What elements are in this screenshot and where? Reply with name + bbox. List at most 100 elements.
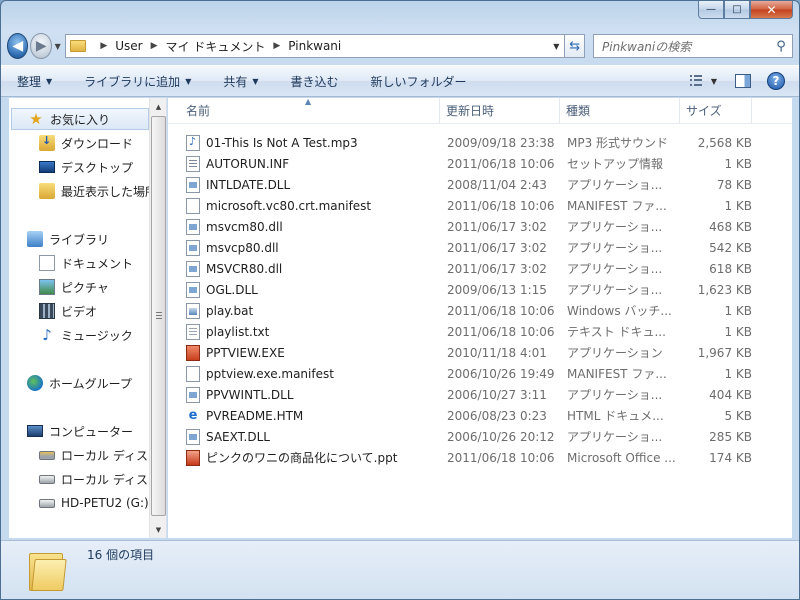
nav-pane-scrollbar[interactable]: ▲ ▼	[149, 98, 166, 538]
nav-videos[interactable]: ビデオ	[39, 300, 97, 322]
help-icon[interactable]: ?	[767, 72, 785, 90]
preview-pane-icon[interactable]	[735, 74, 751, 88]
file-type: アプリケーショ...	[567, 220, 663, 234]
file-row[interactable]: SAEXT.DLL 2006/10/26 20:12 アプリケーショ... 285 K…	[168, 426, 792, 447]
column-name[interactable]: 名前	[168, 97, 440, 124]
column-date[interactable]: 更新日時	[440, 97, 560, 124]
music-icon: ♪	[42, 326, 52, 344]
file-size: 1 KB	[724, 303, 752, 318]
recent-pages-dropdown[interactable]: ▼	[52, 42, 63, 51]
breadcrumb-user[interactable]: User	[115, 39, 142, 53]
file-list: ▲ 名前 更新日時 種類 サイズ 01-This Is Not A Test.m…	[168, 97, 792, 538]
burn-button[interactable]: 書き込む	[291, 73, 339, 90]
file-type: Windows バッチ...	[567, 304, 672, 318]
desktop-icon	[39, 161, 55, 173]
column-type[interactable]: 種類	[560, 97, 680, 124]
file-date: 2006/08/23 0:23	[447, 408, 547, 423]
file-date: 2011/06/18 10:06	[447, 324, 555, 339]
file-name: playlist.txt	[168, 323, 440, 340]
crumb-separator[interactable]: ▶	[273, 41, 280, 51]
file-row[interactable]: INTLDATE.DLL 2008/11/04 2:43 アプリケーショ... 78 …	[168, 174, 792, 195]
back-button[interactable]: ◀	[7, 33, 29, 59]
file-size: 1 KB	[724, 198, 752, 213]
nav-music[interactable]: ♪ ミュージック	[39, 324, 133, 346]
nav-homegroup[interactable]: ホームグループ	[27, 372, 132, 394]
nav-libraries[interactable]: ライブラリ	[27, 228, 109, 250]
file-row[interactable]: msvcm80.dll 2011/06/17 3:02 アプリケーショ... 468 …	[168, 216, 792, 237]
file-row[interactable]: e PVREADME.HTM 2006/08/23 0:23 HTML ドキュメ...…	[168, 405, 792, 426]
scroll-thumb[interactable]	[151, 116, 166, 516]
crumb-separator[interactable]: ▶	[151, 41, 158, 51]
nav-desktop[interactable]: デスクトップ	[39, 156, 133, 178]
nav-local-disk-d[interactable]: ローカル ディスク	[39, 468, 160, 490]
refresh-button[interactable]: ⇆	[565, 34, 585, 58]
nav-computer[interactable]: コンピューター	[27, 420, 133, 442]
file-type: アプリケーショ...	[567, 178, 663, 192]
nav-favorites[interactable]: ★ お気に入り	[11, 108, 149, 130]
file-name: AUTORUN.INF	[168, 155, 440, 172]
nav-pictures[interactable]: ピクチャ	[39, 276, 109, 298]
file-row[interactable]: 01-This Is Not A Test.mp3 2009/09/18 23:3…	[168, 132, 792, 153]
file-name: 01-This Is Not A Test.mp3	[168, 134, 440, 151]
library-icon	[27, 231, 43, 247]
file-row[interactable]: MSVCR80.dll 2011/06/17 3:02 アプリケーショ... 618 …	[168, 258, 792, 279]
scroll-down-arrow[interactable]: ▼	[150, 521, 167, 538]
maximize-button[interactable]: □	[724, 1, 750, 19]
file-date: 2006/10/26 20:12	[447, 429, 555, 444]
batch-file-icon	[186, 302, 200, 319]
folder-icon	[70, 40, 87, 52]
file-row[interactable]: AUTORUN.INF 2011/06/18 10:06 セットアップ情報 1 KB	[168, 153, 792, 174]
address-dropdown[interactable]: ▼	[548, 42, 564, 51]
file-row[interactable]: OGL.DLL 2009/06/13 1:15 アプリケーショ... 1,623 KB	[168, 279, 792, 300]
forward-button[interactable]: ▶	[30, 33, 52, 59]
file-row[interactable]: ピンクのワニの商品化について.ppt 2011/06/18 10:06 Micros…	[168, 447, 792, 468]
file-type: セットアップ情報	[567, 157, 664, 171]
column-size[interactable]: サイズ	[680, 97, 752, 124]
file-row[interactable]: PPTVIEW.EXE 2010/11/18 4:01 アプリケーション 1,967 …	[168, 342, 792, 363]
file-row[interactable]: pptview.exe.manifest 2006/10/26 19:49 MANI…	[168, 363, 792, 384]
dll-file-icon	[186, 281, 200, 298]
nav-hd-petu2[interactable]: HD-PETU2 (G:)	[39, 492, 149, 514]
organize-button[interactable]: 整理 ▼	[17, 73, 52, 90]
nav-local-disk-c[interactable]: ローカル ディスク	[39, 444, 160, 466]
dll-file-icon	[186, 176, 200, 193]
search-icon[interactable]: ⚲	[770, 39, 792, 54]
add-to-library-button[interactable]: ライブラリに追加 ▼	[84, 73, 191, 90]
scroll-up-arrow[interactable]: ▲	[150, 98, 167, 115]
system-drive-icon	[39, 450, 55, 460]
application-icon	[186, 344, 200, 361]
file-row[interactable]: microsoft.vc80.crt.manifest 2011/06/18 10…	[168, 195, 792, 216]
breadcrumb-pinkwani[interactable]: Pinkwani	[288, 39, 341, 53]
file-row[interactable]: play.bat 2011/06/18 10:06 Windows バッチ... 1 …	[168, 300, 792, 321]
crumb-separator[interactable]: ▶	[100, 41, 107, 51]
file-row[interactable]: msvcp80.dll 2011/06/17 3:02 アプリケーショ... 542 …	[168, 237, 792, 258]
search-input[interactable]: Pinkwaniの検索 ⚲	[593, 34, 793, 58]
new-folder-button[interactable]: 新しいフォルダー	[371, 73, 467, 90]
chevron-down-icon: ▼	[46, 76, 53, 86]
breadcrumb-my-documents[interactable]: マイ ドキュメント	[166, 38, 266, 55]
view-dropdown[interactable]: ▼	[711, 77, 717, 86]
file-icon	[186, 365, 200, 382]
file-size: 174 KB	[709, 450, 752, 465]
address-bar[interactable]: ▶ User ▶ マイ ドキュメント ▶ Pinkwani ▼	[65, 34, 566, 58]
search-placeholder: Pinkwaniの検索	[602, 39, 692, 54]
file-date: 2011/06/18 10:06	[447, 303, 555, 318]
nav-documents[interactable]: ドキュメント	[39, 252, 133, 274]
file-date: 2011/06/18 10:06	[447, 198, 555, 213]
explorer-window: — □ ✕ ◀ ▶ ▼ ▶ User ▶ マイ ドキュメント ▶ Pinkwan…	[0, 0, 800, 600]
close-button[interactable]: ✕	[750, 1, 793, 19]
dll-file-icon	[186, 218, 200, 235]
dll-file-icon	[186, 239, 200, 256]
minimize-button[interactable]: —	[698, 1, 724, 19]
view-details-icon[interactable]	[689, 75, 705, 87]
file-icon	[186, 197, 200, 214]
nav-recent-places[interactable]: 最近表示した場所	[39, 180, 157, 202]
file-row[interactable]: playlist.txt 2011/06/18 10:06 テキスト ドキュ... 1…	[168, 321, 792, 342]
nav-downloads[interactable]: ダウンロード	[39, 132, 133, 154]
ie-html-icon: e	[188, 407, 198, 423]
settings-file-icon	[186, 155, 200, 172]
file-type: アプリケーショ...	[567, 283, 663, 297]
audio-file-icon	[186, 134, 200, 151]
share-button[interactable]: 共有 ▼	[223, 73, 258, 90]
file-row[interactable]: PPVWINTL.DLL 2006/10/27 3:11 アプリケーショ... 404…	[168, 384, 792, 405]
